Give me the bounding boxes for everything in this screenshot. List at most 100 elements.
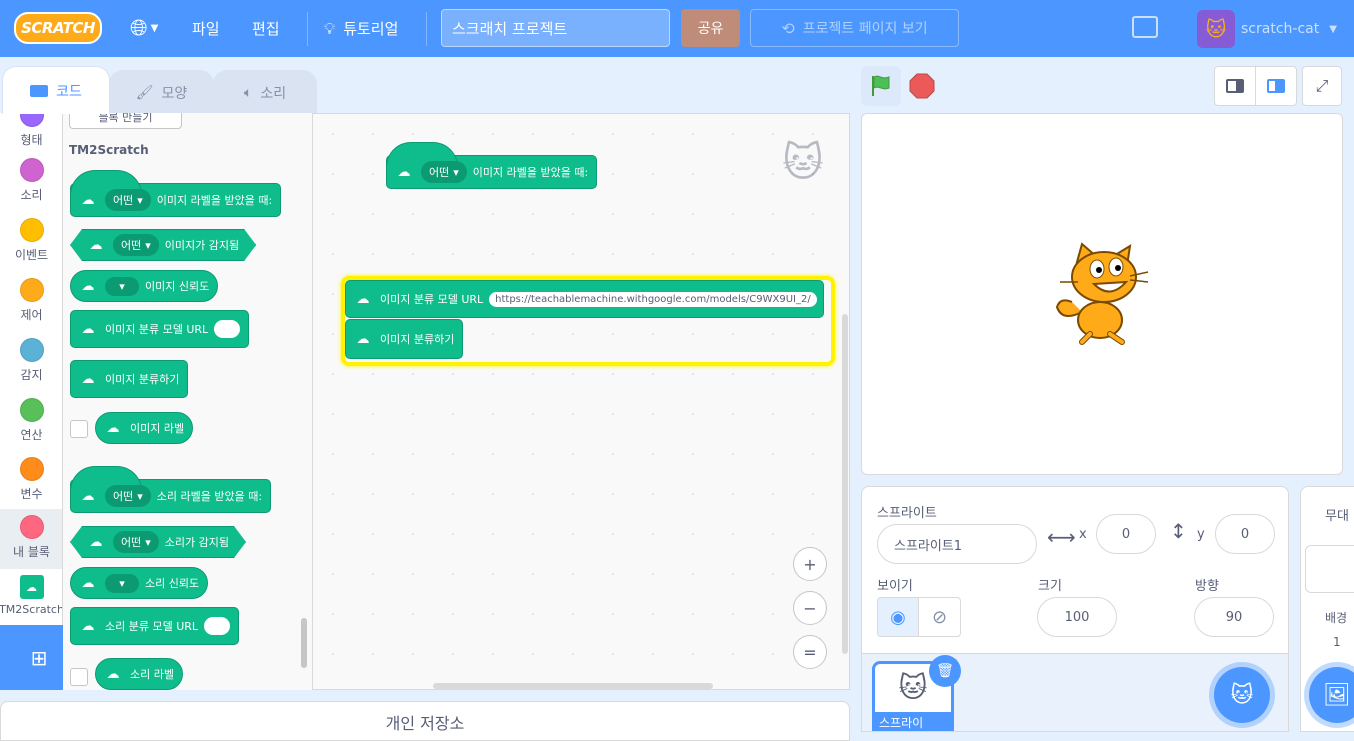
category-sound[interactable]: 소리 (0, 158, 62, 203)
tab-code[interactable]: 코드 (2, 66, 110, 114)
palette-block-classify-image[interactable]: ☁︎ 이미지 분류하기 (70, 360, 189, 398)
category-my-blocks[interactable]: 내 블록 (0, 509, 62, 569)
choose-backdrop-button[interactable]: 🖼︎ (1309, 667, 1354, 723)
tm-cloud-icon: ☁︎ (356, 331, 370, 347)
palette-block-image-detected[interactable]: ☁︎ 어떤 ▾ 이미지가 감지됨 (70, 229, 256, 261)
remix-icon: ⟲ (781, 18, 795, 38)
label-dropdown[interactable]: ▾ (105, 276, 139, 296)
file-menu[interactable]: 파일 (192, 0, 220, 57)
url-input[interactable] (204, 617, 231, 635)
url-input[interactable] (214, 320, 241, 338)
green-flag-button[interactable] (861, 66, 901, 106)
block-text: 이미지 라벨 (130, 422, 185, 435)
tm-cloud-icon: ☁︎ (81, 321, 95, 337)
block-text: 이미지 라벨을 받았을 때: (472, 166, 589, 179)
category-control[interactable]: 제어 (0, 278, 62, 323)
label-dropdown[interactable]: 어떤 ▾ (105, 485, 151, 507)
tm-cloud-icon: ☁︎ (81, 488, 95, 504)
label-dropdown[interactable]: 어떤 ▾ (105, 189, 151, 211)
tab-sounds[interactable]: 🔈︎ 소리 (213, 70, 317, 114)
tab-costumes[interactable]: 🖌︎ 모양 (109, 70, 214, 114)
delete-sprite-button[interactable]: 🗑︎ (929, 655, 961, 687)
palette-block-image-label[interactable]: ☁︎ 이미지 라벨 (95, 412, 194, 444)
stage-target-pane[interactable]: 무대 배경 1 🖼︎ (1300, 486, 1354, 732)
x-label: x (1079, 527, 1087, 542)
tm-cloud-icon: ☁︎ (81, 192, 95, 208)
palette-section-title: TM2Scratch (69, 143, 149, 157)
stage-canvas[interactable] (861, 113, 1343, 475)
palette-scrollbar[interactable] (301, 618, 307, 668)
hide-sprite-button[interactable]: ⊘ (919, 597, 961, 637)
block-text: 이미지 분류하기 (105, 373, 180, 386)
label-dropdown[interactable]: 어떤 ▾ (113, 234, 159, 256)
palette-block-when-image-label[interactable]: ☁︎ 어떤 ▾ 이미지 라벨을 받았을 때: (70, 170, 282, 217)
direction-input[interactable]: 90 (1194, 597, 1274, 637)
scratch-cat-sprite[interactable] (1052, 242, 1152, 348)
zoom-in-button[interactable]: + (793, 547, 827, 581)
category-events[interactable]: 이벤트 (0, 218, 62, 263)
palette-block-sound-label[interactable]: ☁︎ 소리 라벨 (95, 658, 183, 690)
workspace-vertical-scrollbar[interactable] (842, 314, 848, 654)
category-operators[interactable]: 연산 (0, 398, 62, 443)
palette-block-sound-confidence[interactable]: ☁︎ ▾ 소리 신뢰도 (70, 567, 209, 599)
language-menu[interactable]: 🌐︎ ▼ (130, 0, 158, 57)
stage-title: 무대 (1325, 509, 1349, 524)
category-variables[interactable]: 변수 (0, 457, 62, 502)
block-palette: 블록 만들기 TM2Scratch ☁︎ 어떤 ▾ 이미지 라벨을 받았을 때: … (63, 113, 313, 690)
block-text: 소리 라벨 (130, 668, 174, 681)
code-workspace[interactable]: 🐱︎ ☁︎ 어떤 ▾ 이미지 라벨을 받았을 때: ☁︎ 이미지 분류 모델 UR… (313, 113, 850, 690)
label-dropdown[interactable]: 어떤 ▾ (113, 531, 159, 553)
make-block-button[interactable]: 블록 만들기 (69, 113, 182, 129)
block-text: 이미지 신뢰도 (145, 280, 210, 293)
edit-menu[interactable]: 편집 (252, 0, 280, 57)
model-url-input[interactable]: https://teachablemachine.withgoogle.com/… (489, 291, 817, 307)
show-sprite-button[interactable]: ◉ (877, 597, 919, 637)
account-menu[interactable]: 🐱︎ scratch-cat ▼ (1197, 9, 1337, 49)
stage-thumbnail[interactable] (1305, 545, 1354, 593)
category-label: 이벤트 (14, 248, 49, 262)
tutorials-label: 튜토리얼 (343, 20, 399, 38)
palette-block-image-model-url[interactable]: ☁︎ 이미지 분류 모델 URL (70, 310, 250, 348)
stop-button[interactable] (902, 66, 942, 106)
choose-sprite-button[interactable]: 🐱︎ (1214, 667, 1270, 723)
palette-block-sound-model-url[interactable]: ☁︎ 소리 분류 모델 URL (70, 607, 240, 645)
workspace-block-when-image-label[interactable]: ☁︎ 어떤 ▾ 이미지 라벨을 받았을 때: (386, 142, 598, 189)
scratch-logo[interactable]: SCRATCH (14, 12, 102, 44)
sensing-dot-icon (19, 338, 44, 362)
y-position-input[interactable]: 0 (1215, 514, 1275, 554)
palette-block-sound-detected[interactable]: ☁︎ 어떤 ▾ 소리가 감지됨 (70, 526, 246, 558)
category-sensing[interactable]: 감지 (0, 338, 62, 383)
project-title-input[interactable]: 스크래치 프로젝트 (441, 9, 670, 47)
palette-block-image-confidence[interactable]: ☁︎ ▾ 이미지 신뢰도 (70, 270, 219, 302)
fullscreen-button[interactable]: ⤢ (1302, 66, 1342, 106)
see-project-page-button[interactable]: ⟲ 프로젝트 페이지 보기 (750, 9, 959, 47)
operators-dot-icon (19, 398, 44, 422)
my-stuff-folder-icon[interactable] (1132, 16, 1158, 38)
monitor-checkbox[interactable] (70, 668, 88, 686)
category-looks[interactable]: 형태 (0, 113, 62, 148)
eye-slash-icon: ⊘ (931, 606, 948, 628)
tm-cloud-icon: ☁︎ (106, 666, 120, 682)
zoom-out-button[interactable]: − (793, 591, 827, 625)
size-input[interactable]: 100 (1037, 597, 1117, 637)
tutorials-button[interactable]: 💡︎ 튜토리얼 (324, 0, 398, 57)
workspace-block-classify-image[interactable]: ☁︎ 이미지 분류하기 (345, 319, 464, 359)
category-tm2scratch[interactable]: ☁︎ TM2Scratch (0, 575, 62, 616)
zoom-reset-button[interactable]: = (793, 635, 827, 669)
small-stage-button[interactable] (1214, 66, 1256, 106)
avatar: 🐱︎ (1197, 10, 1235, 48)
share-button[interactable]: 공유 (681, 9, 740, 47)
label-dropdown[interactable]: ▾ (105, 573, 139, 593)
monitor-checkbox[interactable] (70, 420, 88, 438)
large-stage-button[interactable] (1255, 66, 1297, 106)
x-position-input[interactable]: 0 (1096, 514, 1156, 554)
sprite-name-input[interactable]: 스프라이트1 (877, 524, 1037, 564)
label-dropdown[interactable]: 어떤 ▾ (421, 161, 467, 183)
see-project-page-label: 프로젝트 페이지 보기 (802, 21, 928, 37)
workspace-block-image-model-url[interactable]: ☁︎ 이미지 분류 모델 URL https://teachablemachin… (345, 280, 824, 318)
globe-icon: 🌐︎ (130, 16, 148, 41)
palette-block-when-sound-label[interactable]: ☁︎ 어떤 ▾ 소리 라벨을 받았을 때: (70, 466, 272, 513)
tm-cloud-icon: ☁︎ (81, 618, 95, 634)
workspace-horizontal-scrollbar[interactable] (433, 683, 713, 689)
backpack[interactable]: 개인 저장소 (0, 701, 850, 741)
